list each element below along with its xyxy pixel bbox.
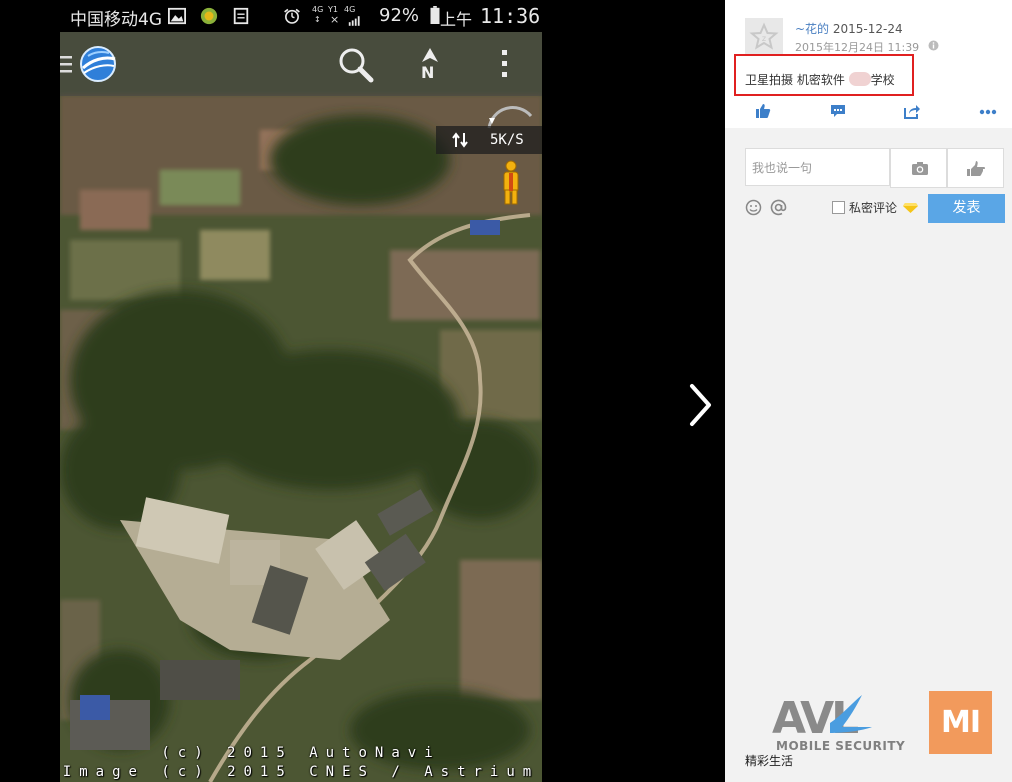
satellite-map[interactable] bbox=[60, 0, 542, 782]
google-earth-logo-icon[interactable] bbox=[78, 44, 118, 84]
like-reply-button[interactable] bbox=[947, 148, 1004, 188]
phone-screenshot: 中国移动4G 4G ↕ Y1 × 4G 92% 上午 11:36 N 5K/S … bbox=[60, 0, 542, 782]
private-comment-toggle[interactable]: 私密评论 bbox=[832, 199, 918, 216]
submit-comment-button[interactable]: 发表 bbox=[928, 194, 1005, 223]
screen: 中国移动4G 4G ↕ Y1 × 4G 92% 上午 11:36 N 5K/S … bbox=[0, 0, 1012, 782]
data-speed-value: 5K/S bbox=[490, 132, 524, 148]
next-image-chevron-icon[interactable] bbox=[685, 382, 715, 428]
mention-at-icon[interactable] bbox=[770, 199, 787, 216]
compass-label: N bbox=[421, 63, 435, 82]
sim-disabled-mark: × bbox=[330, 13, 340, 26]
private-comment-checkbox[interactable] bbox=[832, 201, 845, 214]
transfer-arrows-icon bbox=[452, 132, 468, 148]
footer-caption: 精彩生活 bbox=[745, 754, 794, 768]
map-copyright-line-1: (c) 2015 AutoNavi bbox=[161, 745, 441, 761]
ampm-label: 上午 bbox=[440, 10, 473, 29]
vip-diamond-icon bbox=[902, 203, 918, 213]
data-activity-label: ↕ bbox=[314, 15, 321, 24]
alarm-icon bbox=[284, 8, 300, 24]
highlight-box bbox=[734, 54, 914, 96]
more-vertical-icon[interactable] bbox=[500, 48, 510, 80]
avl-logo-icon: AVL bbox=[772, 693, 872, 739]
map-app-bar: N bbox=[60, 32, 542, 96]
signal-icon bbox=[348, 16, 360, 26]
post-author-line: ~花的 2015-12-24 bbox=[795, 20, 903, 37]
avatar[interactable]: z bbox=[745, 18, 783, 56]
battery-percent: 92% bbox=[379, 5, 420, 26]
network-type-label: 4G bbox=[312, 5, 324, 14]
post-timestamp: 2015年12月24日 11:39 bbox=[795, 41, 920, 54]
app-badge-icon bbox=[200, 7, 218, 25]
comment-icon[interactable] bbox=[830, 103, 846, 119]
comment-input[interactable]: 我也说一句 bbox=[745, 148, 890, 186]
camera-icon bbox=[912, 162, 928, 175]
street-view-pegman-icon[interactable] bbox=[500, 160, 522, 206]
post-card: z ~花的 2015-12-24 2015年12月24日 11:39 卫星拍摄 … bbox=[725, 0, 1012, 128]
comment-panel: z ~花的 2015-12-24 2015年12月24日 11:39 卫星拍摄 … bbox=[725, 0, 1012, 782]
clock: 11:36 bbox=[480, 4, 541, 28]
author-name[interactable]: ~花的 bbox=[795, 22, 829, 36]
photo-upload-button[interactable] bbox=[890, 148, 947, 188]
private-comment-label: 私密评论 bbox=[849, 201, 898, 215]
map-copyright-line-2: Image (c) 2015 CNES / Astrium bbox=[62, 764, 540, 780]
menu-icon[interactable] bbox=[60, 54, 74, 76]
notes-icon bbox=[233, 7, 249, 25]
search-icon[interactable] bbox=[336, 46, 376, 86]
default-avatar-star-icon: z bbox=[749, 22, 779, 50]
pointing-hand-icon bbox=[967, 161, 986, 176]
post-date: 2015-12-24 bbox=[832, 22, 903, 36]
more-horizontal-icon[interactable] bbox=[979, 109, 997, 115]
mi-logo: MI bbox=[929, 691, 992, 754]
avl-logo-subtitle: MOBILE SECURITY bbox=[776, 739, 906, 753]
share-icon[interactable] bbox=[904, 103, 920, 119]
svg-text:z: z bbox=[762, 34, 766, 43]
mi-logo-text: MI bbox=[940, 705, 981, 740]
status-bar: 中国移动4G 4G ↕ Y1 × 4G 92% 上午 11:36 bbox=[60, 0, 542, 32]
gallery-icon bbox=[168, 7, 186, 25]
carrier-label: 中国移动4G bbox=[70, 10, 162, 30]
info-icon[interactable] bbox=[928, 40, 939, 51]
like-icon[interactable] bbox=[755, 103, 771, 119]
data-speed-indicator: 5K/S bbox=[436, 126, 542, 154]
emoji-icon[interactable] bbox=[745, 199, 762, 216]
